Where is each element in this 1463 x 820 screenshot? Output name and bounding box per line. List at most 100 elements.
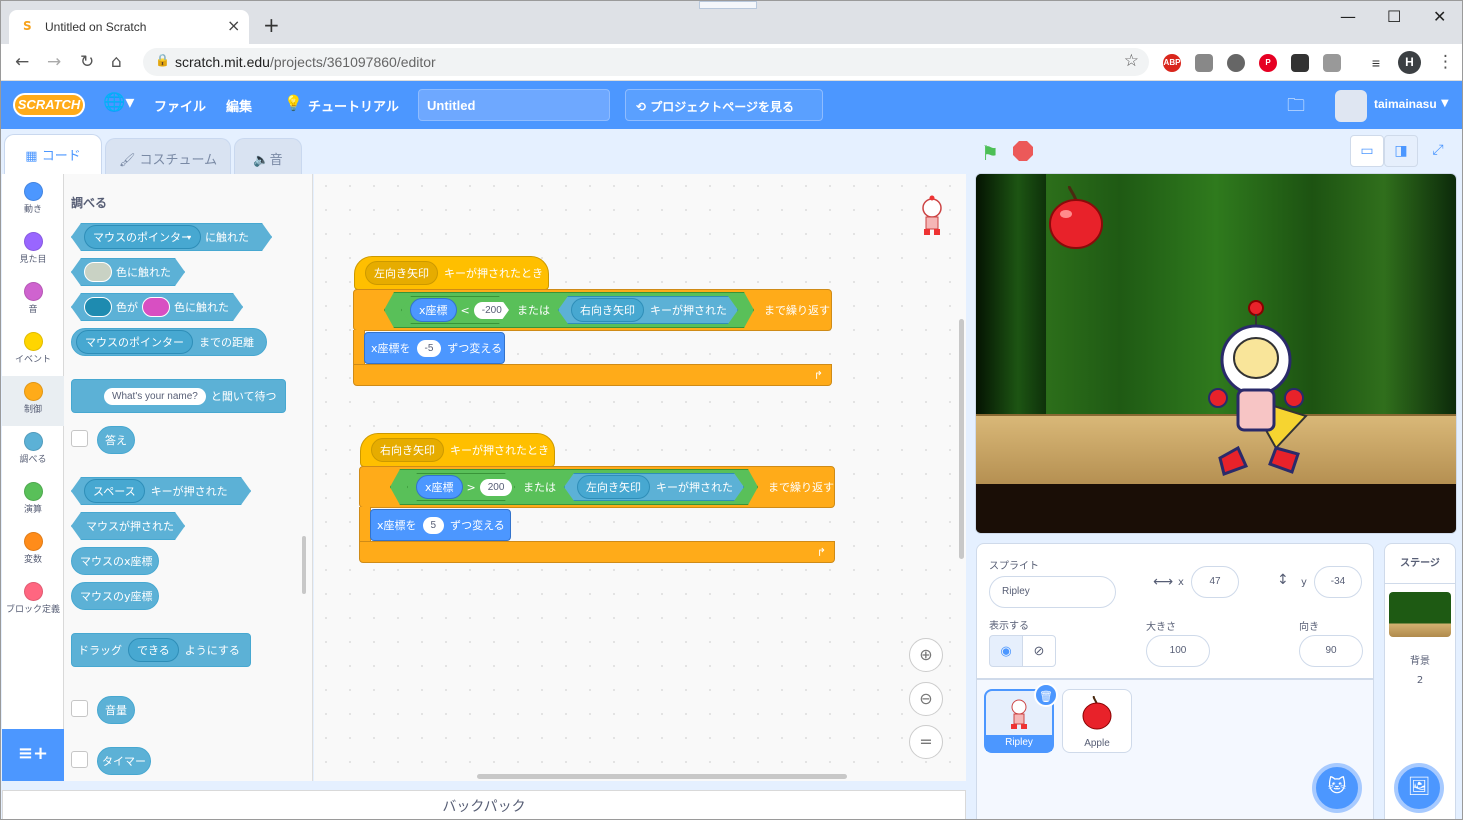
or-operator[interactable]: x座標 > 200 または 左向き矢印 キーが押された <box>390 469 758 505</box>
new-tab-button[interactable]: + <box>263 13 280 37</box>
palette-scrollbar[interactable] <box>302 536 306 594</box>
answer-checkbox[interactable] <box>71 430 88 447</box>
normal-stage-button[interactable]: ◨ <box>1384 135 1418 167</box>
compare-value-input[interactable]: 200 <box>480 479 513 496</box>
pinterest-extension-icon[interactable]: P <box>1259 54 1277 72</box>
key-dropdown[interactable]: スペース <box>84 479 145 503</box>
category-looks[interactable]: 見た目 <box>2 226 64 276</box>
delete-sprite-icon[interactable]: 🗑 <box>1034 683 1058 707</box>
change-x-input[interactable]: 5 <box>422 516 445 534</box>
tutorials-bulb-icon[interactable]: 💡 <box>284 94 303 112</box>
touching-dropdown[interactable]: マウスのポインター <box>84 225 201 249</box>
timer-block[interactable]: タイマー <box>97 747 151 775</box>
user-menu-caret-icon[interactable]: ▼ <box>1441 98 1449 109</box>
zoom-out-button[interactable]: ⊖ <box>909 682 943 716</box>
zoom-in-button[interactable]: ⊕ <box>909 638 943 672</box>
show-hidden-button[interactable]: ⊘ <box>1022 635 1056 667</box>
choose-backdrop-button[interactable]: 🖼 <box>1394 763 1444 813</box>
loudness-block[interactable]: 音量 <box>97 696 135 724</box>
bookmark-star-icon[interactable]: ☆ <box>1124 51 1139 71</box>
workspace-scrollbar[interactable] <box>477 774 847 779</box>
tab-sounds[interactable]: 🔈音 <box>234 138 302 174</box>
sprite-thumb-apple[interactable]: Apple <box>1062 689 1132 753</box>
touching-block[interactable]: マウスのポインター ▾ に触れた <box>71 223 272 251</box>
color-touching-color-block[interactable]: 色が 色に触れた <box>71 293 243 321</box>
size-input[interactable]: 100 <box>1146 635 1210 667</box>
color-swatch[interactable] <box>142 297 170 317</box>
tab-costumes[interactable]: 🖌 コスチューム <box>105 138 231 174</box>
loudness-checkbox[interactable] <box>71 700 88 717</box>
tab-code[interactable]: ▦ コード <box>4 134 102 174</box>
stage-backdrop-thumb[interactable] <box>1389 592 1451 637</box>
condition-key-dropdown[interactable]: 右向き矢印 <box>571 298 644 322</box>
sprite-name-input[interactable]: Ripley <box>989 576 1116 608</box>
answer-block[interactable]: 答え <box>97 426 135 454</box>
ask-input[interactable]: What's your name? <box>104 387 206 405</box>
see-project-page-button[interactable]: ⟲ プロジェクトページを見る <box>625 89 823 121</box>
or-operator[interactable]: x座標 < -200 または 右向き矢印 キーが押された <box>384 292 754 328</box>
distance-block[interactable]: マウスのポインター までの距離 <box>71 328 267 356</box>
ask-block[interactable]: What's your name? と聞いて待つ <box>71 379 286 413</box>
category-variables[interactable]: 変数 <box>2 526 64 576</box>
close-tab-icon[interactable]: × <box>227 16 240 35</box>
x-input[interactable]: 47 <box>1191 566 1239 598</box>
apple-sprite[interactable] <box>1046 186 1108 252</box>
extension-shield-icon[interactable] <box>1195 54 1213 72</box>
file-menu[interactable]: ファイル <box>154 96 206 115</box>
forward-icon[interactable]: → <box>47 52 61 72</box>
direction-input[interactable]: 90 <box>1299 635 1363 667</box>
ripley-sprite[interactable] <box>1208 298 1318 478</box>
fullscreen-button[interactable]: ⤢ <box>1421 135 1455 167</box>
stop-sign-icon[interactable] <box>1013 141 1033 161</box>
show-visible-button[interactable]: ◉ <box>989 635 1023 667</box>
key-pressed-block[interactable]: スペース キーが押された <box>71 477 251 505</box>
touching-color-block[interactable]: 色に触れた <box>71 258 185 286</box>
close-window-icon[interactable]: ✕ <box>1433 7 1446 26</box>
condition-key-dropdown[interactable]: 左向き矢印 <box>577 475 650 499</box>
change-x-block[interactable]: x座標を -5 ずつ変える <box>364 332 505 364</box>
when-key-pressed-hat[interactable]: 左向き矢印 キーが押されたとき <box>354 256 549 290</box>
maximize-icon[interactable]: ☐ <box>1387 7 1401 26</box>
adblock-extension-icon[interactable]: ABP <box>1163 54 1181 72</box>
less-than-operator[interactable]: x座標 < -200 <box>401 296 509 324</box>
project-title-input[interactable]: Untitled <box>418 89 610 121</box>
drag-dropdown[interactable]: できる <box>128 638 179 662</box>
home-icon[interactable]: ⌂ <box>111 52 122 72</box>
minimize-icon[interactable]: — <box>1340 7 1356 26</box>
mouse-y-block[interactable]: マウスのy座標 <box>71 582 159 610</box>
username[interactable]: taimainasu <box>1374 97 1437 111</box>
back-icon[interactable]: ← <box>15 52 29 72</box>
greater-than-operator[interactable]: x座標 > 200 <box>407 473 515 501</box>
repeat-until-block[interactable]: x座標 > 200 または 左向き矢印 キーが押された まで繰り返す <box>359 466 835 508</box>
hat-key-dropdown[interactable]: 左向き矢印 <box>365 261 438 285</box>
profile-avatar[interactable]: H <box>1398 51 1421 74</box>
address-bar[interactable]: 🔒 scratch.mit.edu/projects/361097860/edi… <box>143 48 1149 76</box>
category-motion[interactable]: 動き <box>2 176 64 226</box>
category-operators[interactable]: 演算 <box>2 476 64 526</box>
compare-value-input[interactable]: -200 <box>474 302 510 319</box>
category-events[interactable]: イベント <box>2 326 64 376</box>
browser-menu-icon[interactable]: ⋮ <box>1437 52 1454 72</box>
tutorials-menu[interactable]: チュートリアル <box>308 96 399 115</box>
backpack-bar[interactable]: バックパック <box>2 790 966 819</box>
mouse-down-block[interactable]: マウスが押された <box>71 512 185 540</box>
choose-sprite-button[interactable]: 🐱 <box>1312 763 1362 813</box>
timer-checkbox[interactable] <box>71 751 88 768</box>
user-avatar[interactable] <box>1335 90 1367 122</box>
my-stuff-folder-icon[interactable]: 🗀 <box>1287 93 1305 123</box>
qr-code-extension-icon[interactable] <box>1291 54 1309 72</box>
green-flag-icon[interactable]: ⚑ <box>981 141 999 165</box>
category-sound[interactable]: 音 <box>2 276 64 326</box>
add-extension-button[interactable]: ≡+ <box>2 729 64 781</box>
zoom-reset-button[interactable]: = <box>909 725 943 759</box>
cast-icon[interactable] <box>1323 54 1341 72</box>
x-position-reporter[interactable]: x座標 <box>410 298 457 322</box>
y-input[interactable]: -34 <box>1314 566 1362 598</box>
category-my-blocks[interactable]: ブロック定義 <box>2 576 64 636</box>
scratch-logo[interactable]: SCRATCH <box>13 93 85 117</box>
distance-dropdown[interactable]: マウスのポインター <box>76 330 193 354</box>
mouse-x-block[interactable]: マウスのx座標 <box>71 547 159 575</box>
category-control[interactable]: 制御 <box>2 376 64 426</box>
set-drag-mode-block[interactable]: ドラッグ できる ようにする <box>71 633 251 667</box>
reload-icon[interactable]: ↻ <box>80 52 94 72</box>
